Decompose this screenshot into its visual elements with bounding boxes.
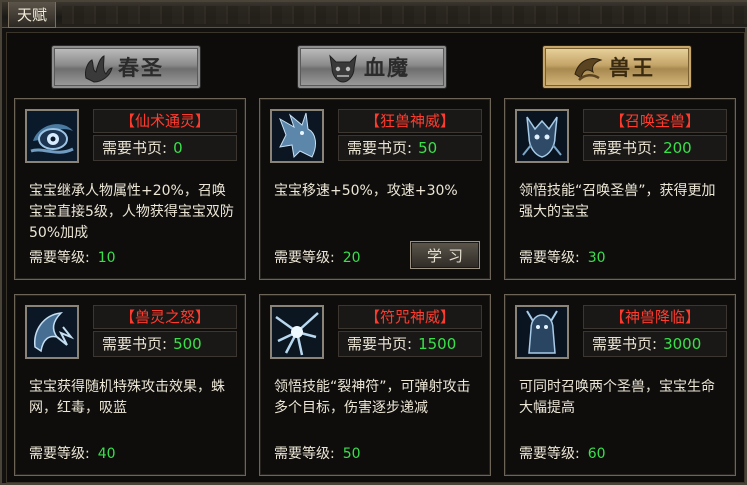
pages-label: 需要书页: [102, 139, 168, 157]
pages-value: 500 [173, 335, 202, 353]
skill-name: 【召唤圣兽】 [583, 109, 727, 133]
title-bar-ornament [62, 6, 747, 24]
pages-value: 0 [173, 139, 183, 157]
skill-name: 【兽灵之怒】 [93, 305, 237, 329]
holy-beast-icon[interactable] [515, 109, 569, 163]
pages-label: 需要书页: [102, 335, 168, 353]
learn-button[interactable]: 学习 [410, 241, 480, 269]
skill-card: 【仙术通灵】 需要书页: 0 宝宝继承人物属性+20%，召唤宝宝直接5级，人物获得… [14, 98, 246, 280]
pages-value: 200 [663, 139, 692, 157]
branch-name: 春圣 [118, 55, 164, 80]
pages-value: 3000 [663, 335, 702, 353]
pages-required: 需要书页: 0 [93, 135, 237, 161]
skill-description: 宝宝移速+50%，攻速+30% [274, 183, 458, 199]
pages-required: 需要书页: 500 [93, 331, 237, 357]
skill-description: 可同时召唤两个圣兽，宝宝生命大幅提高 [519, 379, 715, 416]
talisman-burst-icon[interactable] [270, 305, 324, 359]
skill-card: 【召唤圣兽】 需要书页: 200 领悟技能“召唤圣兽”，获得更加强大的宝宝 需要等… [504, 98, 736, 280]
level-required: 需要等级: 20 [274, 247, 361, 267]
hand-rune-icon [85, 55, 113, 83]
pages-value: 1500 [418, 335, 457, 353]
beast-fang-icon[interactable] [25, 305, 79, 359]
level-required: 需要等级: 60 [519, 443, 606, 463]
skill-description: 领悟技能“裂神符”，可弹射攻击多个目标，伤害逐步递减 [274, 379, 471, 416]
branch-tab-2[interactable]: 血魔 [298, 46, 446, 88]
skill-card: 【神兽降临】 需要书页: 3000 可同时召唤两个圣兽，宝宝生命大幅提高 需要等级… [504, 294, 736, 476]
skill-card: 【符咒神威】 需要书页: 1500 领悟技能“裂神符”，可弹射攻击多个目标，伤害逐… [259, 294, 491, 476]
level-value: 10 [97, 250, 116, 266]
level-value: 20 [342, 250, 361, 266]
pages-required: 需要书页: 200 [583, 135, 727, 161]
pages-label: 需要书页: [592, 139, 658, 157]
branch-name: 兽王 [609, 55, 655, 80]
skill-description: 领悟技能“召唤圣兽”，获得更加强大的宝宝 [519, 183, 716, 220]
pages-label: 需要书页: [592, 335, 658, 353]
branch-tab-3[interactable]: 兽王 [543, 46, 691, 88]
skill-name: 【狂兽神威】 [338, 109, 482, 133]
branch-name: 血魔 [364, 55, 410, 80]
frost-beast-icon[interactable] [270, 109, 324, 163]
title-bar: 天赋 [2, 2, 747, 28]
skill-name: 【符咒神威】 [338, 305, 482, 329]
skill-name: 【神兽降临】 [583, 305, 727, 329]
skill-name: 【仙术通灵】 [93, 109, 237, 133]
level-label: 需要等级: [274, 446, 335, 462]
talent-window: 天赋 春圣 血魔 兽王 【仙术通灵】 需要书页: 0 宝宝继承人物属性+20%，… [0, 0, 747, 485]
pages-value: 50 [418, 139, 438, 157]
spirit-eye-icon[interactable] [25, 109, 79, 163]
level-label: 需要等级: [519, 250, 580, 266]
level-required: 需要等级: 10 [29, 247, 116, 267]
skill-card: 【兽灵之怒】 需要书页: 500 宝宝获得随机特殊攻击效果，蛛网，红毒，吸蓝 需要… [14, 294, 246, 476]
pages-required: 需要书页: 50 [338, 135, 482, 161]
pages-label: 需要书页: [347, 335, 413, 353]
pages-label: 需要书页: [347, 139, 413, 157]
skill-description: 宝宝继承人物属性+20%，召唤宝宝直接5级，人物获得宝宝双防50%加成 [29, 183, 234, 241]
level-label: 需要等级: [29, 250, 90, 266]
level-value: 60 [587, 446, 606, 462]
level-label: 需要等级: [29, 446, 90, 462]
level-value: 50 [342, 446, 361, 462]
level-value: 40 [97, 446, 116, 462]
skill-card: 【狂兽神威】 需要书页: 50 宝宝移速+50%，攻速+30% 需要等级: 20 学… [259, 98, 491, 280]
window-title: 天赋 [8, 2, 57, 28]
level-required: 需要等级: 40 [29, 443, 116, 463]
level-label: 需要等级: [274, 250, 335, 266]
level-required: 需要等级: 50 [274, 443, 361, 463]
level-label: 需要等级: [519, 446, 580, 462]
pages-required: 需要书页: 3000 [583, 331, 727, 357]
skill-description: 宝宝获得随机特殊攻击效果，蛛网，红毒，吸蓝 [29, 379, 225, 416]
level-required: 需要等级: 30 [519, 247, 606, 267]
demon-face-icon [329, 54, 357, 83]
divine-beast-icon[interactable] [515, 305, 569, 359]
branch-tab-1[interactable]: 春圣 [52, 46, 200, 88]
beast-claw-icon [574, 58, 603, 81]
level-value: 30 [587, 250, 606, 266]
pages-required: 需要书页: 1500 [338, 331, 482, 357]
